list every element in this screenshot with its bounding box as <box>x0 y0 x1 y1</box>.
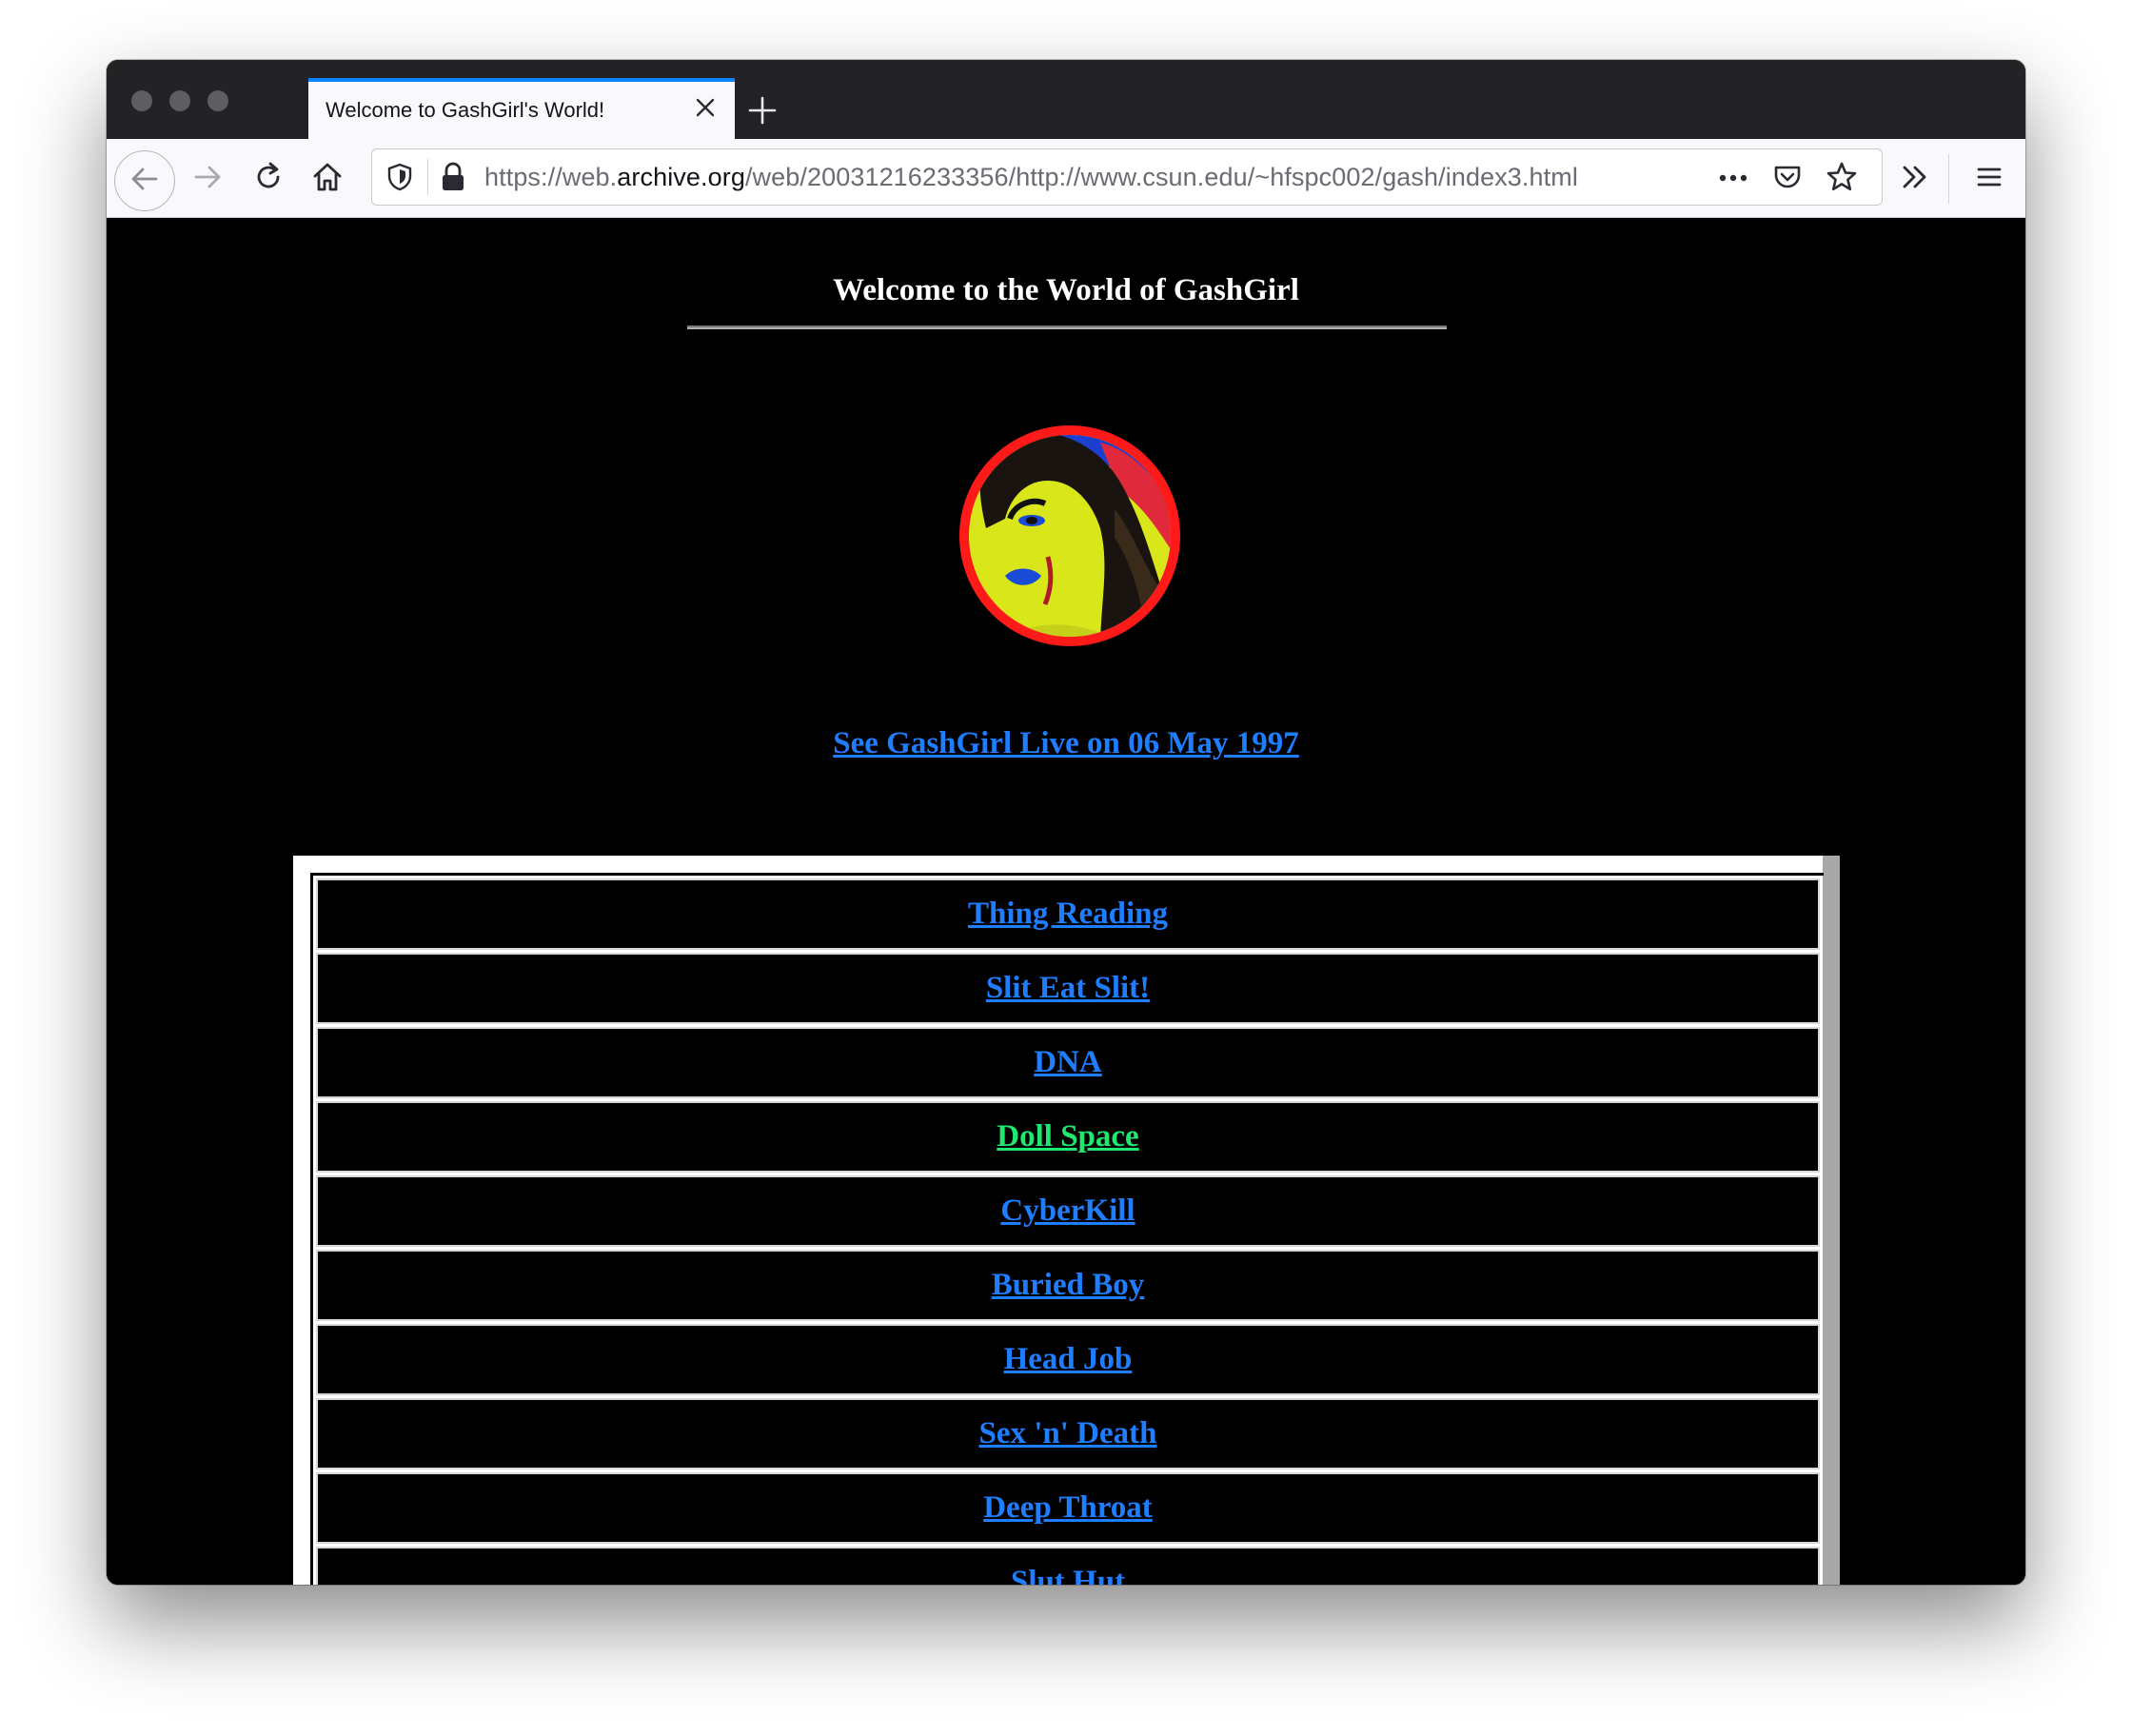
back-button[interactable] <box>114 150 175 211</box>
work-link[interactable]: CyberKill <box>1000 1194 1135 1228</box>
close-icon[interactable] <box>693 95 718 120</box>
work-link[interactable]: Thing Reading <box>968 897 1168 931</box>
window-minimize-dot[interactable] <box>169 90 190 111</box>
table-row: Sex 'n' Death <box>316 1398 1820 1470</box>
browser-window: Welcome to GashGirl's World! https://web… <box>107 60 2025 1585</box>
work-link[interactable]: DNA <box>1034 1045 1102 1079</box>
see-gashgirl-live-link[interactable]: See GashGirl Live on 06 May 1997 <box>833 726 1299 760</box>
hamburger-menu-icon <box>1973 161 2005 198</box>
works-table: Thing Reading Slit Eat Slit! DNA Doll Space… <box>310 873 1824 1585</box>
overflow-chevrons-icon <box>1898 160 1932 199</box>
table-row: Doll Space <box>316 1101 1820 1173</box>
plus-icon[interactable] <box>746 94 779 127</box>
live-link-container: See GashGirl Live on 06 May 1997 <box>107 726 2025 761</box>
url-text: https://web.archive.org/web/200312162333… <box>484 163 1578 192</box>
navigation-toolbar: https://web.archive.org/web/200312162333… <box>107 139 2025 218</box>
table-row: Deep Throat <box>316 1472 1820 1544</box>
overflow-menu-button[interactable] <box>1894 158 1936 200</box>
lock-icon[interactable] <box>439 161 467 198</box>
url-bar[interactable]: https://web.archive.org/web/200312162333… <box>371 148 1883 206</box>
more-actions-icon[interactable] <box>1716 162 1750 199</box>
url-prefix: https://web. <box>484 163 618 191</box>
table-row: Thing Reading <box>316 878 1820 950</box>
window-zoom-dot[interactable] <box>207 90 228 111</box>
work-link[interactable]: Buried Boy <box>992 1268 1144 1302</box>
home-button[interactable] <box>306 158 348 200</box>
reload-button[interactable] <box>247 158 289 200</box>
gashgirl-portrait-image <box>957 424 1182 648</box>
table-row: CyberKill <box>316 1175 1820 1247</box>
table-row: Buried Boy <box>316 1250 1820 1321</box>
active-tab[interactable]: Welcome to GashGirl's World! <box>308 78 735 139</box>
work-link[interactable]: Slit Eat Slit! <box>986 971 1150 1005</box>
forward-button[interactable] <box>187 158 228 200</box>
work-link[interactable]: Deep Throat <box>983 1490 1153 1525</box>
work-link[interactable]: Doll Space <box>997 1119 1138 1154</box>
table-row: DNA <box>316 1027 1820 1098</box>
table-row: Head Job <box>316 1324 1820 1395</box>
url-host: archive.org <box>617 163 745 191</box>
tab-title: Welcome to GashGirl's World! <box>326 98 605 122</box>
tracking-shield-icon[interactable] <box>384 161 416 198</box>
window-close-dot[interactable] <box>131 90 152 111</box>
bookmark-star-icon[interactable] <box>1825 160 1859 199</box>
forward-arrow-icon <box>190 160 225 199</box>
works-table-frame: Thing Reading Slit Eat Slit! DNA Doll Space… <box>293 856 1840 1585</box>
page-title: Welcome to the World of GashGirl <box>833 273 1299 307</box>
tab-strip: Welcome to GashGirl's World! <box>107 60 2025 139</box>
table-row: Slut Hut <box>316 1547 1820 1585</box>
horizontal-rule <box>687 326 1447 329</box>
url-path: /web/20031216233356/http://www.csun.edu/… <box>744 163 1578 191</box>
work-link[interactable]: Sex 'n' Death <box>978 1416 1156 1450</box>
back-arrow-icon <box>128 162 162 201</box>
pocket-icon[interactable] <box>1771 161 1804 198</box>
work-link[interactable]: Slut Hut <box>1011 1565 1125 1585</box>
work-link[interactable]: Head Job <box>1004 1342 1133 1376</box>
reload-icon <box>251 160 286 199</box>
table-row: Slit Eat Slit! <box>316 953 1820 1024</box>
home-icon <box>310 160 345 199</box>
page-content: Welcome to the World of GashGirl See Gas… <box>107 218 2025 1585</box>
app-menu-button[interactable] <box>1968 158 2010 200</box>
